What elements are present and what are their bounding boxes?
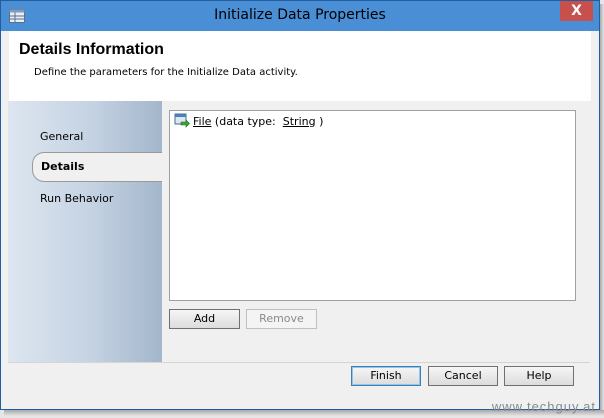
finish-button[interactable]: Finish (351, 366, 421, 386)
parameter-type-suffix: ) (319, 114, 324, 128)
parameter-icon (174, 113, 190, 128)
page-title: Details Information (19, 41, 164, 58)
page-subtitle: Define the parameters for the Initialize… (34, 67, 298, 78)
watermark-text: www.techguy.at (491, 399, 596, 414)
sidebar-item-details[interactable]: Details (32, 152, 162, 182)
cancel-button[interactable]: Cancel (428, 366, 498, 386)
sidebar-nav: General Details Run Behavior (8, 101, 162, 362)
parameter-name-link[interactable]: File (193, 115, 211, 128)
footer-divider (8, 362, 590, 363)
close-button[interactable]: X (560, 1, 593, 21)
window-shadow-right (600, 4, 604, 414)
sidebar-item-run-behavior[interactable]: Run Behavior (40, 192, 113, 205)
header-panel: Details Information Define the parameter… (9, 31, 591, 101)
help-button[interactable]: Help (504, 366, 574, 386)
list-item[interactable]: File (data type: String ) (174, 113, 323, 129)
add-button[interactable]: Add (169, 309, 240, 329)
parameters-list[interactable]: File (data type: String ) (169, 110, 576, 301)
title-bar[interactable]: Initialize Data Properties X (1, 1, 599, 31)
sidebar-item-general[interactable]: General (40, 130, 83, 143)
parameter-type-prefix: (data type: (214, 114, 276, 128)
remove-button[interactable]: Remove (246, 309, 317, 329)
window-title: Initialize Data Properties (214, 7, 386, 23)
parameter-type-link[interactable]: String (283, 115, 316, 128)
